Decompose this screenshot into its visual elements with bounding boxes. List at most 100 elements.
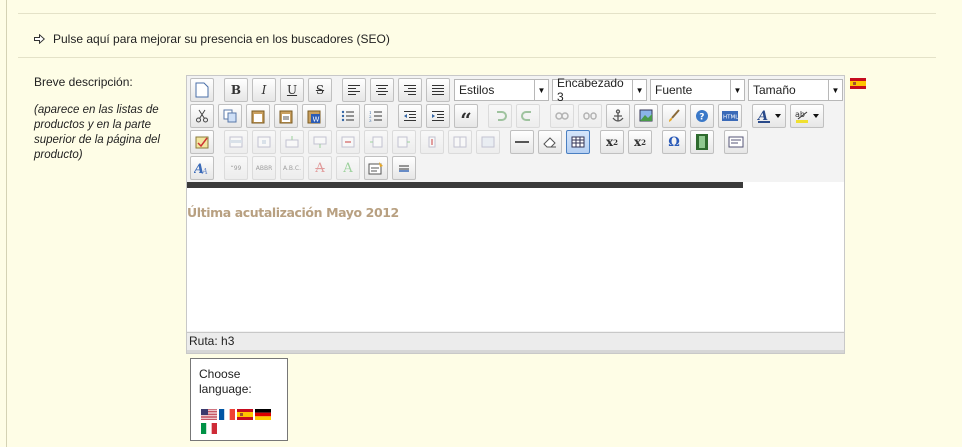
svg-text:HTML: HTML (723, 115, 738, 121)
format-select-value: Encabezado 3 (557, 76, 624, 104)
table-row-props-icon[interactable] (224, 130, 248, 154)
toolbar-row-3: x2 x2 Ω (190, 130, 752, 154)
split-cells-icon[interactable] (448, 130, 472, 154)
undo-icon[interactable] (488, 104, 512, 128)
styles-select-value: Estilos (459, 83, 495, 97)
table-cell-props-icon[interactable] (252, 130, 276, 154)
abbreviation-icon[interactable]: ABBR (252, 156, 276, 180)
special-char-icon[interactable]: Ω (662, 130, 686, 154)
divider (18, 13, 936, 14)
align-center-icon[interactable] (370, 78, 394, 102)
arrow-right-icon (34, 34, 45, 44)
svg-text:W: W (313, 115, 320, 123)
bulleted-list-icon[interactable] (336, 104, 360, 128)
underline-icon[interactable]: U (280, 78, 304, 102)
rich-text-editor: B I U S Estilos ▼ Encabezado 3 ▼ Fuente … (186, 75, 845, 354)
language-chooser: Choose language: (190, 358, 288, 441)
spanish-flag-icon[interactable] (237, 409, 253, 420)
seo-link-text[interactable]: Pulse aquí para mejorar su presencia en … (53, 32, 390, 46)
horizontal-rule-icon[interactable] (510, 130, 534, 154)
chevron-down-icon: ▼ (828, 80, 842, 100)
chevron-down-icon: ▼ (534, 80, 548, 100)
insert-table-icon[interactable] (566, 130, 590, 154)
link-icon[interactable] (550, 104, 574, 128)
text-color-icon[interactable]: A (752, 104, 786, 128)
toolbar-row-1: B I U S Estilos ▼ Encabezado 3 ▼ Fuente … (190, 76, 846, 104)
numbered-list-icon[interactable]: 123 (364, 104, 388, 128)
svg-text:?: ? (699, 113, 704, 123)
styles-props-icon[interactable]: AA (190, 156, 214, 180)
insert-row-before-icon[interactable] (280, 130, 304, 154)
blockquote-icon[interactable]: “ (454, 104, 478, 130)
media-icon[interactable] (690, 130, 714, 154)
toolbar-row-2: W 123 “ ? HTML A ab (190, 104, 828, 130)
superscript-icon[interactable]: x2 (628, 130, 652, 154)
form-icon[interactable] (724, 130, 748, 154)
language-flags (201, 409, 281, 434)
language-chooser-title: Choose language: (199, 367, 252, 396)
delete-row-icon[interactable] (336, 130, 360, 154)
brush-icon[interactable] (662, 104, 686, 128)
short-description-hint: (aparece en las listas de productos y en… (34, 104, 160, 161)
align-left-icon[interactable] (342, 78, 366, 102)
image-icon[interactable] (634, 104, 658, 128)
new-document-icon[interactable] (190, 78, 214, 102)
delete-col-icon[interactable] (420, 130, 444, 154)
size-select-value: Tamaño (753, 83, 796, 97)
toolbar-row-4: AA “99 ABBR A.B.C. A A (190, 156, 420, 180)
insert-row-after-icon[interactable] (308, 130, 332, 154)
chevron-down-icon: ▼ (632, 80, 646, 100)
nonbreaking-space-icon[interactable] (392, 156, 416, 180)
editor-resize-bar[interactable] (187, 350, 844, 353)
size-select[interactable]: Tamaño ▼ (748, 79, 843, 101)
divider (18, 57, 936, 58)
spanish-flag-icon (850, 78, 866, 89)
subscript-icon[interactable]: x2 (600, 130, 624, 154)
strikethrough-icon[interactable]: S (308, 78, 332, 102)
spellcheck-icon[interactable] (190, 130, 214, 154)
italian-flag-icon[interactable] (201, 423, 217, 434)
italic-icon[interactable]: I (252, 78, 276, 102)
format-select[interactable]: Encabezado 3 ▼ (552, 76, 647, 104)
svg-text:A: A (201, 167, 208, 175)
cite-icon[interactable]: “99 (224, 156, 248, 180)
german-flag-icon[interactable] (255, 409, 271, 420)
paste-text-icon[interactable] (274, 104, 298, 128)
content-top-bar (187, 182, 743, 188)
chevron-down-icon: ▼ (730, 80, 744, 100)
bold-icon[interactable]: B (224, 78, 248, 102)
svg-text:3: 3 (369, 118, 372, 122)
insertion-icon[interactable]: A (336, 156, 360, 180)
cut-icon[interactable] (190, 104, 214, 128)
acronym-icon[interactable]: A.B.C. (280, 156, 304, 180)
outdent-icon[interactable] (398, 104, 422, 128)
redo-icon[interactable] (516, 104, 540, 128)
merge-cells-icon[interactable] (476, 130, 500, 154)
editor-content-area[interactable]: Última acutalización Mayo 2012 (187, 182, 844, 331)
french-flag-icon[interactable] (219, 409, 235, 420)
left-border (6, 0, 7, 447)
help-icon[interactable]: ? (690, 104, 714, 128)
deletion-icon[interactable]: A (308, 156, 332, 180)
copy-icon[interactable] (218, 104, 242, 128)
align-right-icon[interactable] (398, 78, 422, 102)
font-select-value: Fuente (655, 83, 693, 97)
seo-link[interactable]: Pulse aquí para mejorar su presencia en … (34, 32, 390, 46)
html-source-icon[interactable]: HTML (718, 104, 742, 128)
editor-status-path: Ruta: h3 (187, 332, 844, 350)
font-select[interactable]: Fuente ▼ (650, 79, 745, 101)
styles-select[interactable]: Estilos ▼ (454, 79, 549, 101)
insert-col-before-icon[interactable] (364, 130, 388, 154)
indent-icon[interactable] (426, 104, 450, 128)
align-justify-icon[interactable] (426, 78, 450, 102)
short-description-label: Breve descripción: (34, 75, 133, 89)
anchor-icon[interactable] (606, 104, 630, 128)
paste-word-icon[interactable]: W (302, 104, 326, 128)
attributes-icon[interactable] (364, 156, 388, 180)
english-flag-icon[interactable] (201, 409, 217, 420)
paste-icon[interactable] (246, 104, 270, 128)
highlight-color-icon[interactable]: ab (790, 104, 824, 128)
unlink-icon[interactable] (578, 104, 602, 128)
insert-col-after-icon[interactable] (392, 130, 416, 154)
eraser-icon[interactable] (538, 130, 562, 154)
